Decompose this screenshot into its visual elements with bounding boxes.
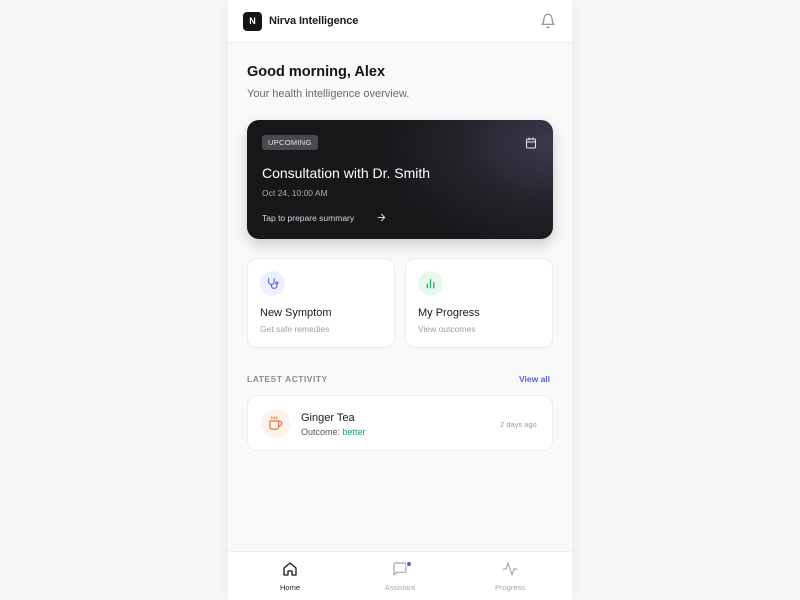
tab-home[interactable]: Home	[260, 552, 320, 600]
latest-activity-heading: LATEST ACTIVITY	[247, 374, 328, 384]
arrow-right-icon[interactable]	[376, 212, 387, 223]
app-header: N Nirva Intelligence	[228, 0, 572, 43]
appointment-time: Oct 24, 10:00 AM	[262, 188, 328, 198]
bottom-tab-bar: Home Assistant Progress	[228, 551, 572, 600]
upcoming-appointment-card[interactable]: UPCOMING Consultation with Dr. Smith Oct…	[247, 120, 553, 239]
activity-outcome: Outcome: better	[301, 427, 366, 437]
app-name: Nirva Intelligence	[269, 15, 359, 27]
calendar-icon	[526, 137, 536, 149]
app-logo: N	[243, 12, 262, 31]
new-symptom-card[interactable]: New Symptom Get safe remedies	[247, 258, 395, 348]
card-title: New Symptom	[260, 307, 332, 319]
tab-assistant[interactable]: Assistant	[370, 552, 430, 600]
card-title: My Progress	[418, 307, 480, 319]
card-subtitle: View outcomes	[418, 324, 476, 334]
notification-dot	[406, 561, 412, 567]
greeting-title: Good morning, Alex	[247, 64, 386, 80]
activity-item[interactable]: Ginger Tea Outcome: better 2 days ago	[247, 395, 553, 451]
home-icon	[283, 562, 297, 576]
app-screen: N Nirva Intelligence Good morning, Alex …	[228, 0, 572, 600]
activity-title: Ginger Tea	[301, 412, 355, 424]
appointment-title: Consultation with Dr. Smith	[262, 165, 431, 181]
stethoscope-icon	[260, 271, 285, 296]
my-progress-card[interactable]: My Progress View outcomes	[405, 258, 553, 348]
card-subtitle: Get safe remedies	[260, 324, 330, 334]
tab-progress[interactable]: Progress	[480, 552, 540, 600]
activity-time: 2 days ago	[500, 420, 537, 429]
greeting-subtitle: Your health intelligence overview.	[247, 88, 410, 100]
pulse-icon	[502, 562, 518, 576]
cup-icon	[261, 409, 290, 438]
tab-label: Home	[279, 583, 300, 592]
tab-label: Assistant	[384, 583, 416, 592]
outcome-label: Outcome:	[301, 427, 341, 437]
view-all-link[interactable]: View all	[519, 374, 550, 384]
outcome-value: better	[342, 427, 366, 437]
upcoming-badge: UPCOMING	[262, 135, 318, 150]
prepare-summary-link[interactable]: Tap to prepare summary	[262, 213, 354, 223]
tab-label: Progress	[494, 583, 525, 592]
bar-chart-icon	[418, 271, 443, 296]
bell-icon[interactable]	[540, 13, 556, 29]
